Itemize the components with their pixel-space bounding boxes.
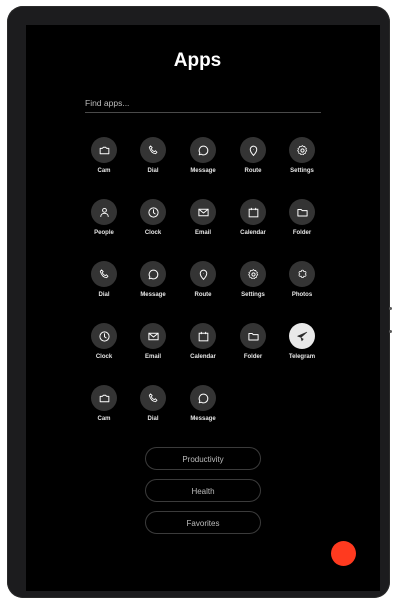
category-health[interactable]: Health (145, 479, 261, 502)
app-message[interactable]: Message (183, 385, 223, 422)
app-label: Cam (97, 168, 111, 174)
map-pin-icon (240, 137, 266, 163)
app-label: Settings (241, 292, 265, 298)
camera-icon (91, 137, 117, 163)
app-label: Settings (290, 168, 314, 174)
clock-icon (140, 199, 166, 225)
app-dial[interactable]: Dial (133, 137, 173, 174)
app-people[interactable]: People (84, 199, 124, 236)
floating-action-button[interactable] (331, 541, 356, 566)
mail-icon (190, 199, 216, 225)
app-email[interactable]: Email (133, 323, 173, 360)
app-label: Photos (291, 292, 313, 298)
phone-icon (140, 137, 166, 163)
app-dial[interactable]: Dial (84, 261, 124, 298)
calendar-icon (240, 199, 266, 225)
app-photos[interactable]: Photos (282, 261, 322, 298)
folder-icon (240, 323, 266, 349)
search-input[interactable] (85, 93, 321, 113)
device-side-dot-bottom (389, 330, 392, 333)
app-label: Email (194, 230, 211, 236)
phone-icon (140, 385, 166, 411)
app-settings[interactable]: Settings (233, 261, 273, 298)
app-clock[interactable]: Clock (84, 323, 124, 360)
app-label: Telegram (288, 354, 316, 360)
app-label: Calendar (190, 354, 216, 360)
chat-icon (190, 137, 216, 163)
app-label: Folder (292, 230, 312, 236)
app-route[interactable]: Route (183, 261, 223, 298)
category-productivity[interactable]: Productivity (145, 447, 261, 470)
app-label: Email (144, 354, 161, 360)
app-email[interactable]: Email (183, 199, 223, 236)
app-label: Dial (147, 416, 159, 422)
app-label: Dial (147, 168, 159, 174)
category-favorites[interactable]: Favorites (145, 511, 261, 534)
app-label: Cam (97, 416, 111, 422)
gear-icon (289, 137, 315, 163)
page-title: Apps (173, 50, 222, 71)
folder-icon (289, 199, 315, 225)
app-route[interactable]: Route (233, 137, 273, 174)
app-message[interactable]: Message (183, 137, 223, 174)
map-pin-icon (190, 261, 216, 287)
clock-icon (91, 323, 117, 349)
app-folder[interactable]: Folder (282, 199, 322, 236)
app-label: Calendar (240, 230, 266, 236)
app-label: Clock (144, 230, 162, 236)
app-message[interactable]: Message (133, 261, 173, 298)
app-label: Message (190, 416, 216, 422)
app-telegram[interactable]: Telegram (282, 323, 322, 360)
app-label: Clock (95, 354, 113, 360)
chat-icon (140, 261, 166, 287)
app-label: Message (190, 168, 216, 174)
app-settings[interactable]: Settings (282, 137, 322, 174)
calendar-icon (190, 323, 216, 349)
send-icon (289, 323, 315, 349)
app-folder[interactable]: Folder (233, 323, 273, 360)
chat-icon (190, 385, 216, 411)
app-clock[interactable]: Clock (133, 199, 173, 236)
app-label: Message (140, 292, 166, 298)
phone-icon (91, 261, 117, 287)
app-calendar[interactable]: Calendar (183, 323, 223, 360)
app-label: Dial (98, 292, 110, 298)
app-cam[interactable]: Cam (84, 385, 124, 422)
flower-icon (289, 261, 315, 287)
app-label: Folder (243, 354, 263, 360)
app-dial[interactable]: Dial (133, 385, 173, 422)
app-label: Route (194, 292, 212, 298)
person-icon (91, 199, 117, 225)
app-label: Route (244, 168, 262, 174)
app-label: People (94, 230, 114, 236)
mail-icon (140, 323, 166, 349)
app-calendar[interactable]: Calendar (233, 199, 273, 236)
gear-icon (240, 261, 266, 287)
app-cam[interactable]: Cam (84, 137, 124, 174)
camera-icon (91, 385, 117, 411)
device-side-dot-top (389, 307, 392, 310)
